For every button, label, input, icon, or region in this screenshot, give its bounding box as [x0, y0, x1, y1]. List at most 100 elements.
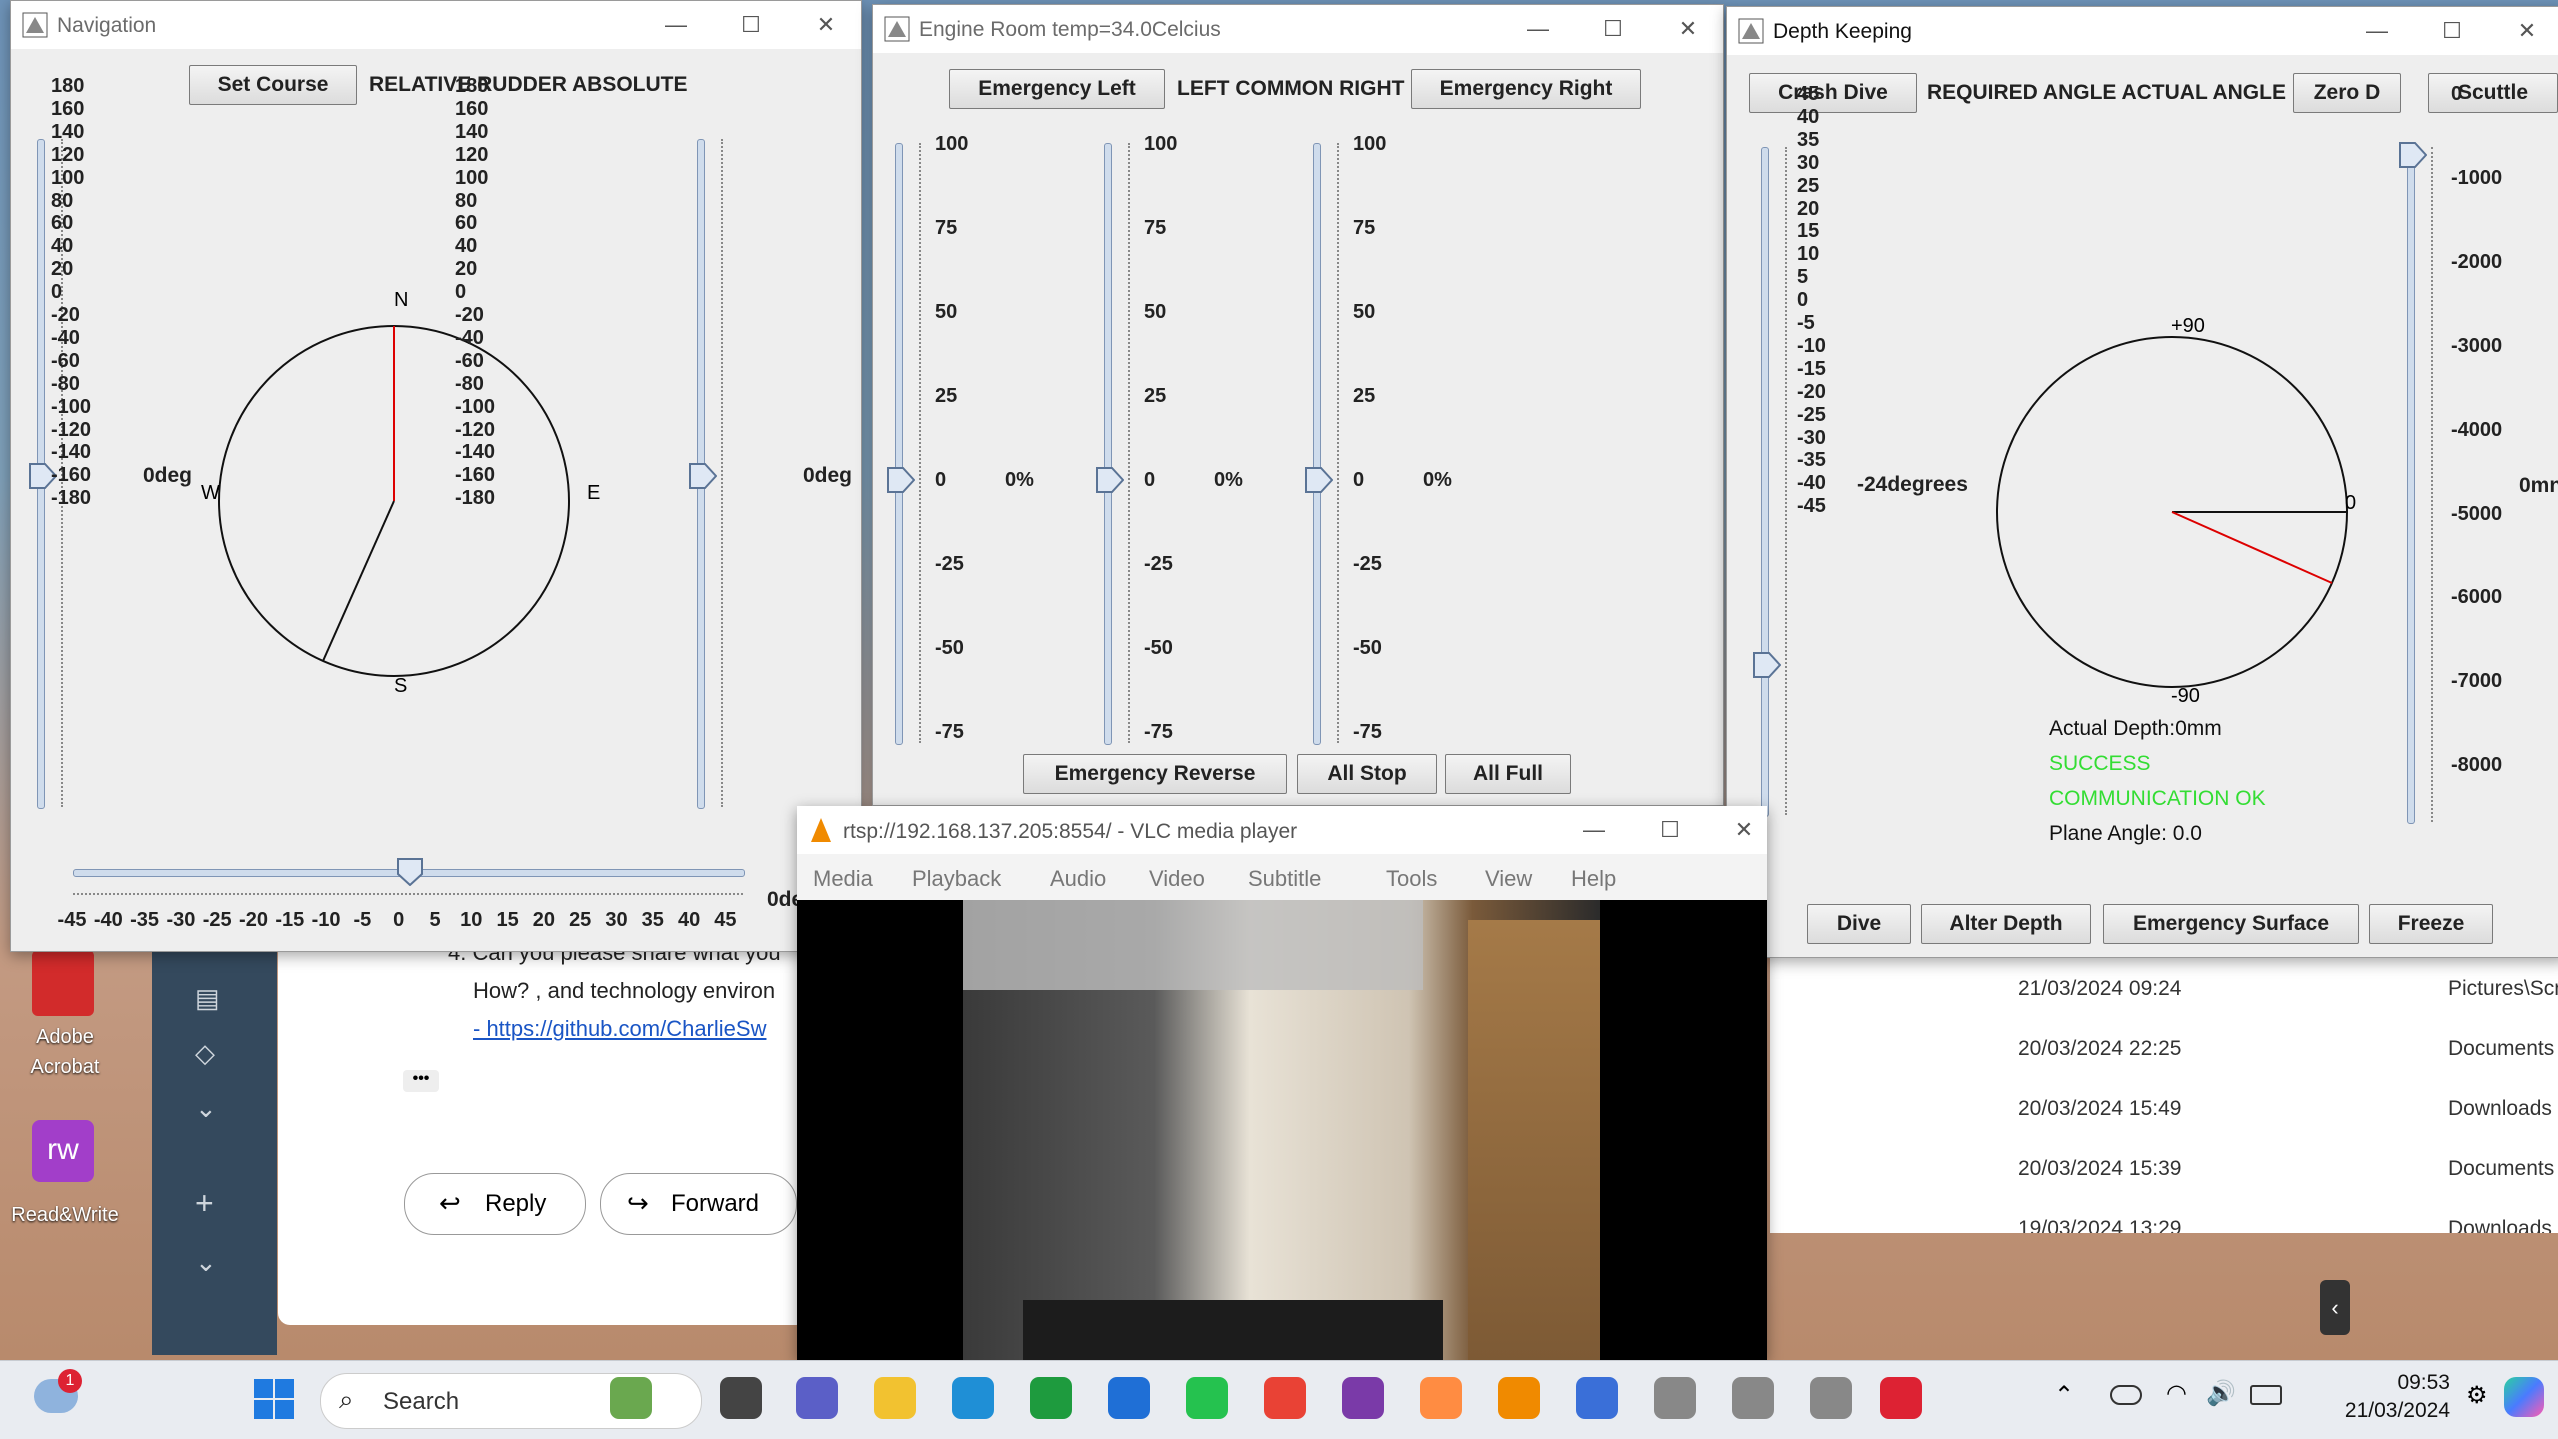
- chat-icon[interactable]: ▤: [195, 983, 220, 1014]
- copilot-icon[interactable]: [2504, 1377, 2544, 1417]
- chrome-icon[interactable]: [1264, 1377, 1306, 1419]
- close-button[interactable]: ✕: [1653, 5, 1723, 53]
- vlc-menu-view[interactable]: View: [1485, 866, 1532, 892]
- start-icon[interactable]: [254, 1379, 294, 1419]
- network-app-icon[interactable]: [1576, 1377, 1618, 1419]
- vlc-menu-help[interactable]: Help: [1571, 866, 1616, 892]
- zero-d-button[interactable]: Zero D: [2293, 73, 2401, 113]
- chevron-down-icon[interactable]: ⌄: [195, 1093, 217, 1124]
- file-row-date[interactable]: 20/03/2024 22:25: [2018, 1037, 2182, 1061]
- collapse-panel-button[interactable]: ‹: [2320, 1280, 2350, 1335]
- clock-time[interactable]: 09:53: [2340, 1371, 2450, 1395]
- minimize-button[interactable]: —: [1503, 5, 1573, 53]
- engine-common-slider-thumb[interactable]: [1096, 467, 1125, 498]
- teams-icon[interactable]: [796, 1377, 838, 1419]
- maximize-button[interactable]: ☐: [1578, 5, 1648, 53]
- maximize-button[interactable]: ☐: [716, 1, 786, 49]
- engine-right-slider-thumb[interactable]: [1305, 467, 1334, 498]
- tag-icon[interactable]: ◇: [195, 1038, 215, 1069]
- battery-icon[interactable]: [2250, 1385, 2282, 1405]
- vlc-menu-audio[interactable]: Audio: [1050, 866, 1106, 892]
- set-course-button[interactable]: Set Course: [189, 65, 357, 105]
- file-row-date[interactable]: 21/03/2024 09:24: [2018, 977, 2182, 1001]
- vlc-titlebar[interactable]: rtsp://192.168.137.205:8554/ - VLC media…: [797, 806, 1767, 854]
- file-row-folder[interactable]: Documents: [2448, 1037, 2554, 1061]
- vlc-menu-media[interactable]: Media: [813, 866, 873, 892]
- engine-right-slider-track[interactable]: [1313, 143, 1321, 745]
- store-icon[interactable]: [1108, 1377, 1150, 1419]
- tray-chevron-up-icon[interactable]: ⌃: [2054, 1381, 2074, 1410]
- file-row-date[interactable]: 20/03/2024 15:39: [2018, 1157, 2182, 1181]
- add-icon[interactable]: +: [195, 1185, 214, 1222]
- desktop-icon-readwrite[interactable]: rw Read&Write: [5, 1120, 125, 1230]
- engine-common-slider-track[interactable]: [1104, 143, 1112, 745]
- dive-button[interactable]: Dive: [1807, 904, 1911, 944]
- app-icon[interactable]: [1342, 1377, 1384, 1419]
- emergency-left-button[interactable]: Emergency Left: [949, 69, 1165, 109]
- engine-left-slider-track[interactable]: [895, 143, 903, 745]
- vlc-menu-playback[interactable]: Playback: [912, 866, 1001, 892]
- emergency-right-button[interactable]: Emergency Right: [1411, 69, 1641, 109]
- email-link[interactable]: - https://github.com/CharlieSw: [473, 1016, 766, 1042]
- wifi-icon[interactable]: ◠: [2166, 1379, 2187, 1408]
- emergency-reverse-button[interactable]: Emergency Reverse: [1023, 754, 1287, 794]
- required-angle-slider-track[interactable]: [1761, 147, 1769, 817]
- emergency-surface-button[interactable]: Emergency Surface: [2103, 904, 2359, 944]
- close-button[interactable]: ✕: [2492, 7, 2558, 55]
- maximize-button[interactable]: ☐: [2417, 7, 2487, 55]
- file-row-folder[interactable]: Documents: [2448, 1157, 2554, 1181]
- file-explorer-icon[interactable]: [874, 1377, 916, 1419]
- vlc-menu-tools[interactable]: Tools: [1386, 866, 1437, 892]
- desktop-icon-acrobat[interactable]: Adobe Acrobat: [10, 950, 120, 1080]
- whatsapp-icon[interactable]: [1186, 1377, 1228, 1419]
- gem-icon[interactable]: [1420, 1377, 1462, 1419]
- crash-dive-button[interactable]: Crash Dive: [1749, 73, 1917, 113]
- maximize-button[interactable]: ☐: [1635, 806, 1705, 854]
- onedrive-icon[interactable]: [2110, 1385, 2142, 1405]
- file-row-folder[interactable]: Downloads: [2448, 1217, 2552, 1233]
- right-course-slider-thumb[interactable]: [689, 463, 718, 494]
- vlc-icon[interactable]: [1498, 1377, 1540, 1419]
- file-row-folder[interactable]: Downloads: [2448, 1097, 2552, 1121]
- volume-icon[interactable]: 🔊: [2206, 1379, 2236, 1408]
- minimize-button[interactable]: —: [641, 1, 711, 49]
- file-row-folder[interactable]: Pictures\Scr: [2448, 977, 2558, 1001]
- snipping-tool-icon[interactable]: [1880, 1377, 1922, 1419]
- required-angle-slider-thumb[interactable]: [1753, 652, 1782, 683]
- forward-button[interactable]: ↪ Forward: [600, 1173, 797, 1235]
- minimize-button[interactable]: —: [2342, 7, 2412, 55]
- scuttle-button[interactable]: Scuttle: [2428, 73, 2558, 113]
- vlc-menu-video[interactable]: Video: [1149, 866, 1205, 892]
- navigation-titlebar[interactable]: Navigation — ☐ ✕: [11, 1, 861, 49]
- widgets-icon[interactable]: [610, 1377, 652, 1419]
- file-row-date[interactable]: 20/03/2024 15:49: [2018, 1097, 2182, 1121]
- vlc-window[interactable]: rtsp://192.168.137.205:8554/ - VLC media…: [797, 806, 1767, 1360]
- depth-slider-thumb[interactable]: [2399, 142, 2428, 173]
- java-app-icon[interactable]: [1654, 1377, 1696, 1419]
- engine-room-titlebar[interactable]: Engine Room temp=34.0Celcius — ☐ ✕: [873, 5, 1723, 53]
- freeze-button[interactable]: Freeze: [2369, 904, 2493, 944]
- java-app-icon[interactable]: [1732, 1377, 1774, 1419]
- all-full-button[interactable]: All Full: [1445, 754, 1571, 794]
- depth-keeping-titlebar[interactable]: Depth Keeping — ☐ ✕: [1727, 7, 2558, 55]
- more-icon[interactable]: •••: [403, 1070, 439, 1092]
- vlc-menu-subtitle[interactable]: Subtitle: [1248, 866, 1321, 892]
- engine-left-slider-thumb[interactable]: [887, 467, 916, 498]
- reply-button[interactable]: ↩ Reply: [404, 1173, 586, 1235]
- file-row-date[interactable]: 19/03/2024 13:29: [2018, 1217, 2182, 1233]
- alter-depth-button[interactable]: Alter Depth: [1921, 904, 2091, 944]
- notifications-icon[interactable]: ⚙: [2466, 1381, 2488, 1410]
- depth-slider-track[interactable]: [2407, 147, 2415, 824]
- clock-date[interactable]: 21/03/2024: [2300, 1399, 2450, 1423]
- xbox-icon[interactable]: [1030, 1377, 1072, 1419]
- all-stop-button[interactable]: All Stop: [1297, 754, 1437, 794]
- java-app-icon[interactable]: [1810, 1377, 1852, 1419]
- rudder-slider-thumb[interactable]: [397, 858, 423, 891]
- engine-room-window[interactable]: Engine Room temp=34.0Celcius — ☐ ✕ Emerg…: [872, 4, 1724, 806]
- navigation-window[interactable]: Navigation — ☐ ✕ Set Course RELATIVE RUD…: [10, 0, 862, 952]
- edge-icon[interactable]: [952, 1377, 994, 1419]
- minimize-button[interactable]: —: [1559, 806, 1629, 854]
- chevron-down-icon[interactable]: ⌄: [195, 1247, 217, 1278]
- depth-keeping-window[interactable]: Depth Keeping — ☐ ✕ Crash Dive REQUIRED …: [1726, 6, 2558, 958]
- close-button[interactable]: ✕: [791, 1, 861, 49]
